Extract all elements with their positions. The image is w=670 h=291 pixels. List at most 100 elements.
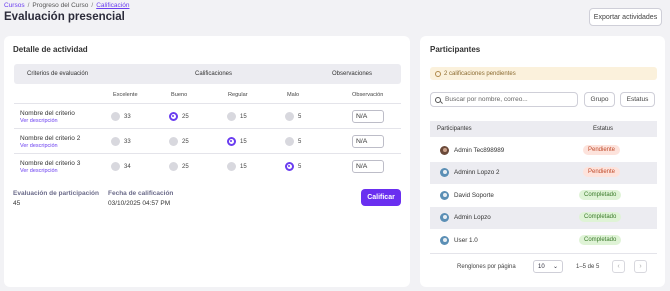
col-status: Estatus (593, 126, 614, 132)
radio-bueno[interactable] (169, 162, 178, 171)
radio-excelente[interactable] (111, 137, 120, 146)
observations-header: Observaciones (332, 71, 373, 77)
criteria-table-header: Criterios de evaluación Calificaciones O… (14, 64, 401, 84)
date-value: 03/10/2025 04:57 PM (108, 200, 171, 207)
pending-notice: 2 calificaciones pendientes (430, 67, 657, 80)
subheader-bueno: Bueno (171, 92, 188, 98)
search-input[interactable]: Buscar por nombre, correo... (430, 92, 578, 107)
score-bueno: 25 (182, 164, 189, 170)
status-badge: Completado (579, 212, 622, 222)
info-icon (435, 70, 441, 77)
criterion-description-link[interactable]: Ver descripción (20, 168, 58, 174)
participants-card: Participantes 2 calificaciones pendiente… (420, 36, 665, 287)
avatar (440, 191, 449, 200)
criterion-name: Nombre del criterio 3 (20, 160, 81, 167)
score-malo: 5 (298, 114, 302, 120)
pending-notice-text: 2 calificaciones pendientes (444, 70, 516, 77)
status-badge: Completado (579, 235, 622, 245)
participant-name: David Soporte (454, 192, 494, 199)
observation-input[interactable]: N/A (352, 160, 384, 173)
activity-detail-card: Detalle de actividad Criterios de evalua… (4, 36, 410, 287)
subheader-malo: Malo (287, 92, 300, 98)
score-bueno: 25 (182, 139, 189, 145)
score-malo: 5 (298, 139, 302, 145)
score-regular: 15 (240, 114, 247, 120)
participant-name: User 1.0 (454, 237, 478, 244)
criterion-description-link[interactable]: Ver descripción (20, 118, 58, 124)
radio-excelente[interactable] (111, 162, 120, 171)
status-badge: Pendiente (583, 167, 621, 177)
score-excelente: 34 (124, 164, 131, 170)
divider (430, 253, 657, 254)
radio-malo[interactable] (285, 162, 294, 171)
participant-name: Admin Tec898989 (454, 147, 505, 154)
radio-malo[interactable] (285, 112, 294, 121)
participation-value: 45 (13, 200, 21, 207)
page-range: 1–5 de 5 (576, 264, 600, 270)
breadcrumb-progreso[interactable]: Progreso del Curso (32, 2, 88, 9)
avatar (440, 236, 449, 245)
breadcrumb-cursos[interactable]: Cursos (4, 2, 25, 9)
participant-name: Admin Lopzo (454, 214, 491, 221)
rows-per-page-value: 10 (538, 263, 545, 270)
date-label: Fecha de calificación (108, 190, 174, 197)
radio-bueno[interactable] (169, 137, 178, 146)
group-filter-button[interactable]: Grupo (584, 92, 615, 107)
observation-input[interactable]: N/A (352, 135, 384, 148)
subheader-observacion: Observación (352, 92, 384, 98)
avatar (440, 146, 449, 155)
rows-per-page-select[interactable]: 10 ⌄ (533, 260, 563, 273)
divider (14, 103, 401, 104)
participants-table-header: Participantes Estatus (430, 121, 657, 137)
activity-detail-title: Detalle de actividad (13, 45, 88, 54)
participant-name: Adminn Lopzo 2 (454, 169, 500, 176)
radio-regular[interactable] (227, 162, 236, 171)
observation-input[interactable]: N/A (352, 110, 384, 123)
export-activities-button[interactable]: Exportar actividades (589, 8, 662, 26)
score-regular: 15 (240, 164, 247, 170)
chevron-down-icon: ⌄ (552, 264, 558, 270)
divider (14, 153, 401, 154)
criteria-header: Criterios de evaluación (27, 71, 89, 77)
breadcrumb: Cursos / Progreso del Curso / Calificación (4, 2, 130, 9)
divider (14, 128, 401, 129)
status-filter-button[interactable]: Estatus (620, 92, 655, 107)
avatar (440, 168, 449, 177)
participant-row[interactable]: Adminn Lopzo 2 Pendiente (430, 162, 657, 184)
criterion-name: Nombre del criterio 2 (20, 135, 81, 142)
status-badge: Pendiente (583, 145, 621, 155)
score-bueno: 25 (182, 114, 189, 120)
subheader-excelente: Excelente (113, 92, 138, 98)
next-page-button[interactable]: › (634, 260, 647, 273)
avatar (440, 213, 449, 222)
participation-label: Evaluación de participación (13, 190, 99, 197)
participant-row[interactable]: Admin Lopzo Completado (430, 207, 657, 229)
radio-excelente[interactable] (111, 112, 120, 121)
chevron-right-icon: › (639, 263, 642, 270)
radio-regular[interactable] (227, 112, 236, 121)
breadcrumb-current[interactable]: Calificación (96, 2, 129, 9)
status-badge: Completado (579, 190, 622, 200)
participant-row[interactable]: Admin Tec898989 Pendiente (430, 140, 657, 162)
score-excelente: 33 (124, 114, 131, 120)
chevron-left-icon: ‹ (617, 263, 620, 270)
grade-button[interactable]: Calificar (361, 189, 401, 206)
radio-bueno[interactable] (169, 112, 178, 121)
criterion-description-link[interactable]: Ver descripción (20, 143, 58, 149)
col-participants: Participantes (437, 126, 472, 132)
score-regular: 15 (240, 139, 247, 145)
radio-regular[interactable] (227, 137, 236, 146)
participants-title: Participantes (430, 45, 481, 54)
rows-per-page-label: Renglones por página (457, 264, 516, 270)
score-excelente: 33 (124, 139, 131, 145)
grades-header: Calificaciones (195, 71, 233, 77)
subheader-regular: Regular (228, 92, 248, 98)
search-icon (435, 96, 441, 103)
participant-row[interactable]: David Soporte Completado (430, 185, 657, 207)
radio-malo[interactable] (285, 137, 294, 146)
search-placeholder: Buscar por nombre, correo... (445, 96, 528, 103)
page-title: Evaluación presencial (4, 11, 125, 23)
participant-row[interactable]: User 1.0 Completado (430, 230, 657, 252)
prev-page-button[interactable]: ‹ (612, 260, 625, 273)
criterion-name: Nombre del criterio (20, 110, 75, 117)
